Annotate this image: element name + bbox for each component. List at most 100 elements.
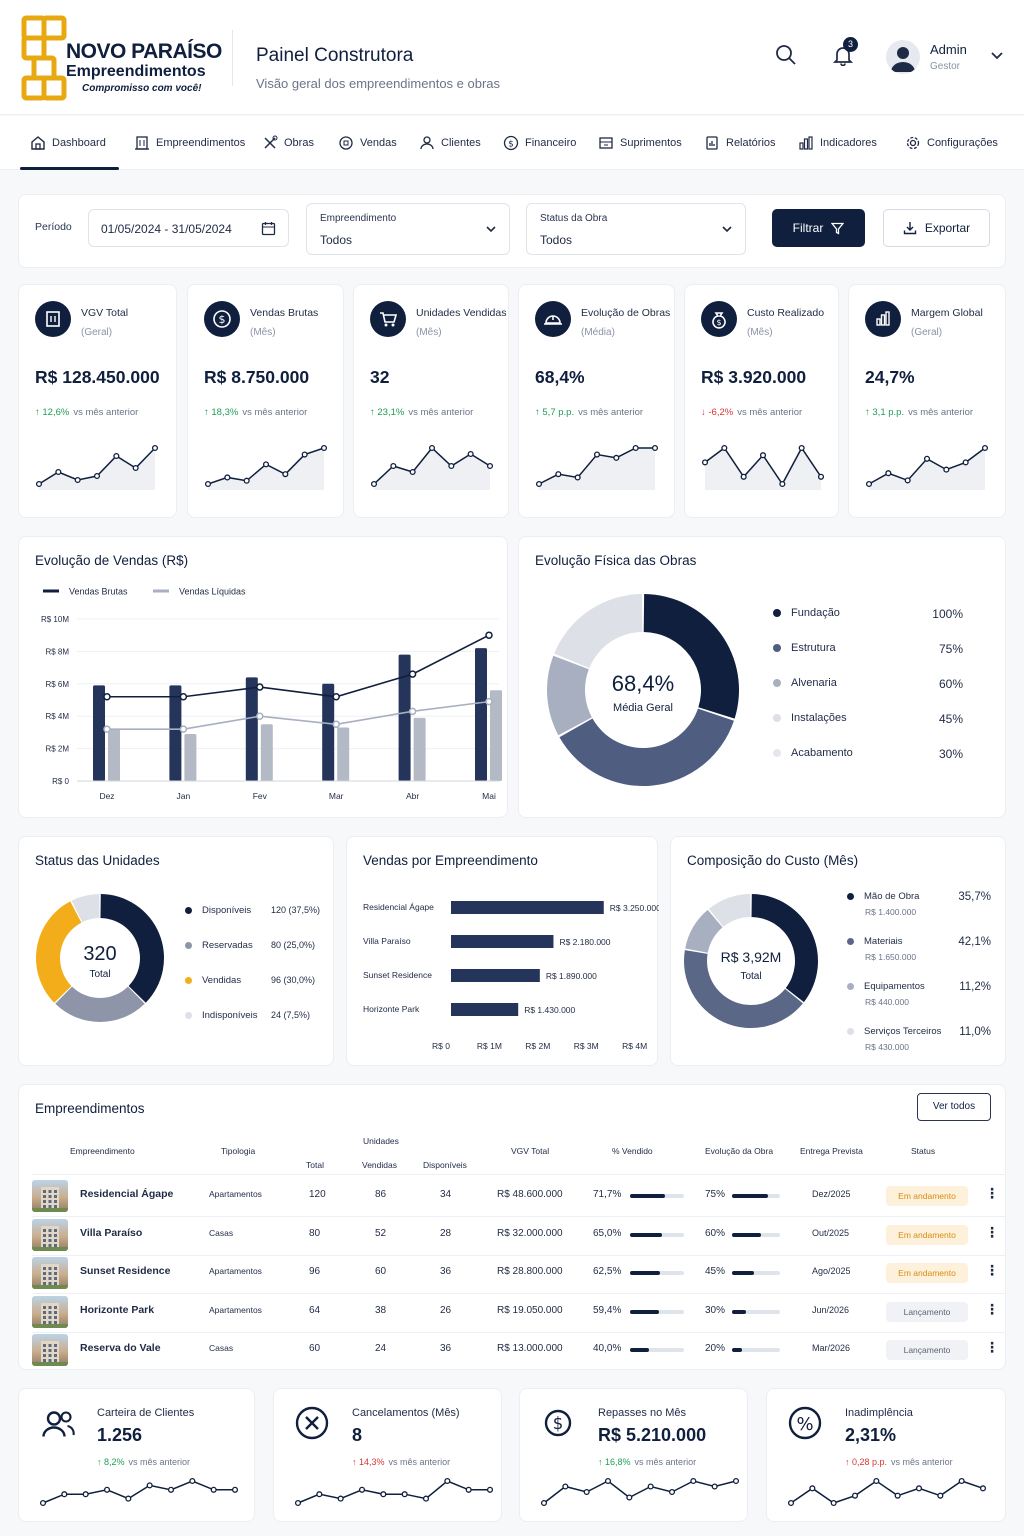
nav-item-vendas[interactable]: Vendas [338, 116, 397, 170]
building-thumbnail [32, 1257, 68, 1289]
legend-label: Instalações [791, 712, 847, 724]
project-name[interactable]: Horizonte Park [80, 1304, 154, 1316]
sparkline-point [721, 444, 728, 452]
obra-progress-fill [732, 1194, 768, 1198]
sparkline-point [448, 462, 455, 470]
vgv-total: R$ 13.000.000 [497, 1343, 563, 1354]
percent-sold-bar [630, 1271, 684, 1275]
y-tick-label: R$ 8M [45, 647, 69, 656]
delta-suffix: vs mês anterior [388, 1457, 451, 1467]
x-tick-label: Abr [406, 791, 419, 801]
period-input[interactable]: 01/05/2024 - 31/05/2024 [88, 209, 289, 247]
bottom-sparkline [39, 1477, 239, 1507]
kpi-value: R$ 3.920.000 [701, 367, 807, 387]
search-icon[interactable] [775, 44, 797, 66]
row-menu-icon[interactable]: ⋮ [985, 1339, 999, 1356]
legend-value: 11,0% [959, 1026, 991, 1038]
filter-button[interactable]: Filtrar [772, 209, 865, 247]
legend-label: Vendas Líquidas [179, 587, 246, 597]
sparkline-point [962, 459, 969, 466]
row-menu-icon[interactable]: ⋮ [985, 1301, 999, 1318]
trend-arrow-icon: ↑ [97, 1457, 105, 1467]
project-name[interactable]: Sunset Residence [80, 1265, 170, 1277]
project-name[interactable]: Villa Paraíso [80, 1227, 142, 1239]
legend-label: Disponíveis [202, 905, 252, 916]
sparkline-point [915, 1485, 923, 1492]
th-vendidas: Vendidas [362, 1160, 397, 1170]
legend-dot [185, 941, 192, 949]
percent-sold-fill [630, 1194, 665, 1198]
app-header: NOVO PARAÍSO Empreendimentos Compromisso… [0, 0, 1024, 115]
nav-item-dashboard[interactable]: Dashboard [30, 116, 106, 170]
delta-suffix: vs mês anterior [73, 407, 139, 418]
units-sold: 52 [375, 1227, 387, 1239]
kpi-sparkline [535, 444, 659, 490]
project-type: Apartamentos [209, 1266, 262, 1276]
chevron-down-icon [486, 226, 496, 233]
sparkline-point [830, 1499, 837, 1507]
percent-icon: % [788, 1406, 822, 1440]
kpi-delta: ↑ 5,7 p.p. vs mês anterior [535, 407, 643, 418]
nav-label: Vendas [360, 137, 397, 149]
bar-vendas-liquidas [260, 724, 273, 781]
legend-label: Fundação [791, 607, 840, 619]
user-role: Gestor [930, 61, 961, 72]
nav-item-indicadores[interactable]: Indicadores [798, 116, 877, 170]
nav-item-empreendimentos[interactable]: Empreendimentos [134, 116, 245, 170]
x-tick-label: R$ 1M [477, 1041, 502, 1051]
legend-item: Vendidas [185, 975, 275, 986]
legend-label: Mão de Obra [864, 891, 920, 902]
nav-item-relatorios[interactable]: Relatórios [704, 116, 776, 170]
sparkline-point [937, 1492, 944, 1499]
bottom-kpi-delta: ↑ 8,2% vs mês anterior [97, 1457, 190, 1467]
percent-sold-fill [630, 1309, 659, 1314]
row-menu-icon[interactable]: ⋮ [985, 1262, 999, 1279]
user-icon [420, 136, 434, 150]
export-button[interactable]: Exportar [883, 209, 990, 247]
row-menu-icon[interactable]: ⋮ [985, 1224, 999, 1241]
bottom-kpi-value: 1.256 [97, 1425, 143, 1445]
legend-label: Alvenaria [791, 677, 837, 689]
x-tick-label: Dez [99, 791, 114, 801]
nav-item-configuracoes[interactable]: Configurações [905, 116, 998, 170]
sparkline-point [189, 1477, 196, 1485]
x-tick-label: R$ 3M [574, 1041, 599, 1051]
sparkline-point [958, 1477, 965, 1485]
physical-chart-title: Evolução Física das Obras [535, 553, 697, 568]
nav-item-suprimentos[interactable]: Suprimentos [598, 116, 682, 170]
obra-progress-bar [732, 1309, 780, 1314]
building-photo-icon [32, 1225, 68, 1251]
cart-icon [380, 312, 398, 327]
building-icon [46, 311, 60, 327]
project-name[interactable]: Reserva do Vale [80, 1342, 161, 1354]
delta-suffix: vs mês anterior [408, 407, 474, 418]
empreendimento-label: Empreendimento [320, 213, 397, 224]
sparkline-point [894, 1492, 901, 1499]
status-badge: Lançamento [886, 1340, 968, 1360]
avatar[interactable] [886, 40, 920, 74]
nav-item-financeiro[interactable]: $ Financeiro [503, 116, 576, 170]
row-divider [32, 1216, 1006, 1217]
building-thumbnail [32, 1295, 68, 1328]
y-tick-label: R$ 0 [52, 777, 69, 786]
empreendimento-select[interactable]: Empreendimento Todos [306, 203, 510, 255]
nav-label: Indicadores [820, 137, 877, 149]
page-subtitle: Visão geral dos empreendimentos e obras [256, 76, 501, 91]
bottom-kpi-delta: ↑ 16,8% vs mês anterior [598, 1457, 696, 1467]
nav-item-obras[interactable]: Obras [262, 116, 314, 170]
status-select[interactable]: Status da Obra Todos [526, 203, 746, 255]
bottom-kpi-card: Carteira de Clientes 1.256 ↑ 8,2% vs mês an… [18, 1388, 255, 1522]
sparkline-point [243, 477, 250, 484]
project-name[interactable]: Residencial Ágape [80, 1188, 173, 1200]
th-empreendimento: Empreendimento [70, 1146, 135, 1156]
chevron-down-icon[interactable] [990, 50, 1004, 62]
nav-item-clientes[interactable]: Clientes [419, 116, 481, 170]
svg-text:$: $ [508, 140, 514, 150]
row-menu-icon[interactable]: ⋮ [985, 1185, 999, 1202]
view-all-button[interactable]: Ver todos [917, 1093, 991, 1121]
sparkline-point [732, 1477, 740, 1485]
bottom-sparkline [294, 1477, 494, 1507]
sparkline-point [562, 1483, 569, 1490]
sparkline-point [651, 444, 659, 452]
legend-dot [773, 679, 781, 688]
